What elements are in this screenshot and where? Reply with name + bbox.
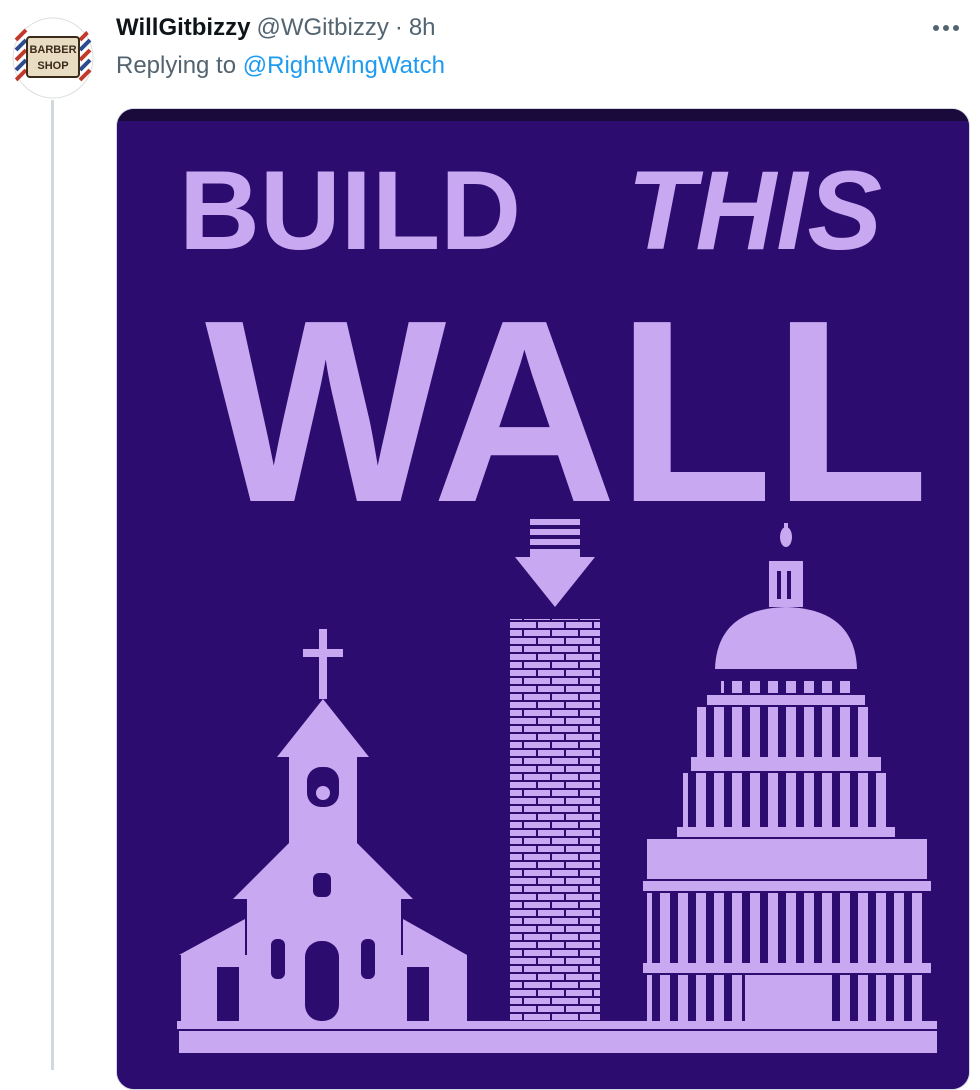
timestamp[interactable]: 8h	[409, 14, 436, 42]
separator: ·	[394, 14, 403, 41]
reply-prefix: Replying to	[116, 52, 237, 79]
avatar-line1: BARBER	[29, 44, 76, 56]
more-button[interactable]	[926, 8, 966, 48]
headline-wall: WALL	[205, 267, 929, 557]
tweet-image[interactable]: BUILD THIS WALL	[116, 108, 970, 1090]
barber-shop-logo: BARBER SHOP	[10, 15, 96, 101]
headline-this: THIS	[627, 148, 882, 273]
display-name[interactable]: WillGitbizzy	[116, 14, 250, 42]
handle[interactable]: @WGitbizzy	[256, 14, 388, 42]
replying-to: Replying to @RightWingWatch	[116, 52, 445, 80]
base-bar	[179, 1031, 937, 1053]
headline-build: BUILD	[179, 148, 521, 273]
thread-line	[51, 100, 54, 1070]
avatar[interactable]: BARBER SHOP	[10, 15, 96, 101]
avatar-line2: SHOP	[37, 60, 68, 72]
tweet-header: WillGitbizzy @WGitbizzy · 8h	[116, 14, 436, 48]
ground-line	[177, 1021, 937, 1029]
brick-wall-illustration	[510, 619, 600, 1029]
more-horizontal-icon	[933, 25, 959, 31]
reply-to-link[interactable]: @RightWingWatch	[243, 52, 445, 79]
build-this-wall-graphic: BUILD THIS WALL	[117, 109, 969, 1089]
